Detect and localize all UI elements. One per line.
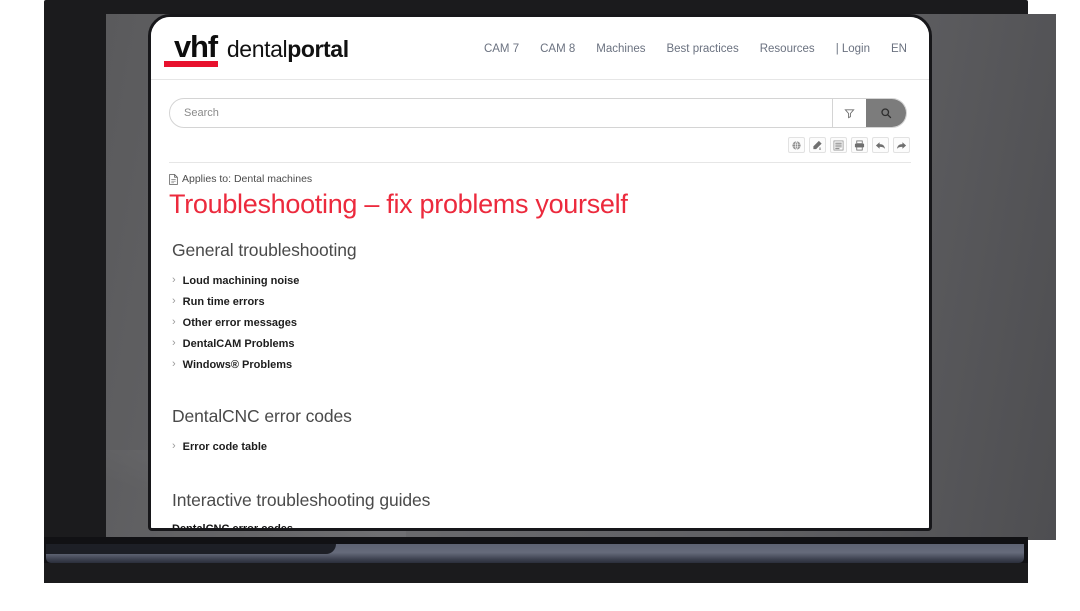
section-heading-dentalcnc-error-codes: DentalCNC error codes bbox=[172, 406, 905, 427]
nav-item-login[interactable]: | Login bbox=[836, 43, 870, 55]
page-title: Troubleshooting – fix problems yourself bbox=[169, 188, 905, 222]
section-heading-general-troubleshooting: General troubleshooting bbox=[172, 240, 905, 261]
forward-button[interactable] bbox=[893, 137, 910, 153]
clear-highlight-button[interactable]: x bbox=[809, 137, 826, 153]
toggle-error-code-table[interactable]: › Error code table bbox=[172, 439, 905, 460]
chevron-right-icon: › bbox=[172, 275, 176, 286]
clear-highlight-icon: x bbox=[812, 140, 823, 151]
nav-item-cam-8[interactable]: CAM 8 bbox=[540, 43, 575, 55]
toggle-label: DentalCAM Problems bbox=[183, 338, 295, 350]
site-header: vhf dentalportal CAM 7 CAM 8 Machines Be… bbox=[151, 17, 929, 80]
applies-to-line: Applies to: Dental machines bbox=[169, 173, 905, 185]
browser-window: vhf dentalportal CAM 7 CAM 8 Machines Be… bbox=[148, 14, 932, 531]
site-logo[interactable]: vhf dentalportal bbox=[165, 31, 349, 67]
back-arrow-icon bbox=[875, 140, 886, 151]
logo-wordmark-bold: portal bbox=[287, 36, 349, 62]
search-row bbox=[151, 80, 929, 128]
logo-wordmark: dentalportal bbox=[227, 38, 349, 61]
forward-arrow-icon bbox=[896, 140, 907, 151]
search-input[interactable] bbox=[170, 99, 832, 127]
print-button[interactable] bbox=[851, 137, 868, 153]
translate-globe-icon bbox=[791, 140, 802, 151]
chevron-right-icon: › bbox=[172, 441, 176, 452]
chevron-right-icon: › bbox=[172, 338, 176, 349]
laptop-base-shadow bbox=[44, 563, 1028, 583]
search-submit-button[interactable] bbox=[866, 99, 906, 127]
document-icon bbox=[169, 174, 178, 185]
search-bar bbox=[169, 98, 907, 128]
table-of-contents-button[interactable] bbox=[830, 137, 847, 153]
language-switcher[interactable]: EN bbox=[891, 43, 907, 55]
article-body: Applies to: Dental machines Troubleshoot… bbox=[151, 163, 929, 528]
applies-to-text: Applies to: Dental machines bbox=[182, 173, 312, 185]
toggle-loud-machining-noise[interactable]: › Loud machining noise bbox=[172, 273, 905, 294]
toggle-label: Windows® Problems bbox=[183, 359, 292, 371]
dentalcnc-error-codes-list: › Error code table bbox=[172, 439, 905, 460]
search-filter-button[interactable] bbox=[832, 99, 866, 127]
chevron-right-icon: › bbox=[172, 296, 176, 307]
filter-funnel-icon bbox=[844, 108, 855, 119]
chevron-right-icon: › bbox=[172, 317, 176, 328]
logo-vhf-mark: vhf bbox=[173, 31, 218, 67]
back-button[interactable] bbox=[872, 137, 889, 153]
article-toolbar: x bbox=[151, 128, 929, 153]
toggle-label: Error code table bbox=[183, 441, 267, 453]
print-icon bbox=[854, 140, 865, 151]
nav-item-resources[interactable]: Resources bbox=[760, 43, 815, 55]
toggle-dentalcam-problems[interactable]: › DentalCAM Problems bbox=[172, 336, 905, 357]
toggle-other-error-messages[interactable]: › Other error messages bbox=[172, 315, 905, 336]
translate-globe-button[interactable] bbox=[788, 137, 805, 153]
chevron-right-icon: › bbox=[172, 359, 176, 370]
section-heading-interactive-guides: Interactive troubleshooting guides bbox=[172, 490, 905, 511]
magnifier-icon bbox=[880, 107, 892, 119]
table-of-contents-icon bbox=[833, 140, 844, 151]
main-navigation: CAM 7 CAM 8 Machines Best practices Reso… bbox=[484, 43, 907, 55]
page-content: vhf dentalportal CAM 7 CAM 8 Machines Be… bbox=[151, 17, 929, 528]
nav-item-machines[interactable]: Machines bbox=[596, 43, 645, 55]
nav-item-cam-7[interactable]: CAM 7 bbox=[484, 43, 519, 55]
guides-sub-heading: DentalCNC error codes bbox=[172, 523, 905, 528]
general-troubleshooting-list: › Loud machining noise › Run time errors… bbox=[172, 273, 905, 378]
laptop-deck-notch bbox=[46, 544, 336, 554]
toggle-label: Other error messages bbox=[183, 317, 297, 329]
nav-item-best-practices[interactable]: Best practices bbox=[666, 43, 738, 55]
logo-wordmark-light: dental bbox=[227, 36, 287, 62]
toggle-label: Run time errors bbox=[183, 296, 265, 308]
toggle-label: Loud machining noise bbox=[183, 275, 300, 287]
svg-text:x: x bbox=[819, 146, 822, 151]
toggle-windows-problems[interactable]: › Windows® Problems bbox=[172, 357, 905, 378]
scene: vhf dentalportal CAM 7 CAM 8 Machines Be… bbox=[0, 0, 1080, 611]
toggle-run-time-errors[interactable]: › Run time errors bbox=[172, 294, 905, 315]
